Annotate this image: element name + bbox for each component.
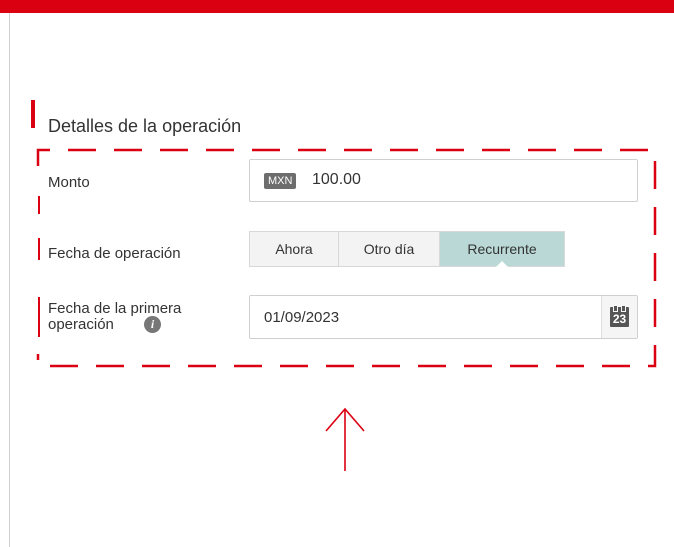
row-marker-primera-operacion [38,297,40,337]
currency-badge: MXN [264,173,297,189]
fecha-operacion-label: Fecha de operación [48,245,181,262]
monto-value: 100.00 [312,171,361,188]
panel-left-border [9,13,10,547]
top-brand-bar [0,0,674,13]
primera-operacion-label-line1: Fecha de la primera [48,300,182,317]
arrow-up-icon [325,407,365,471]
calendar-ring-left [613,305,618,312]
monto-label: Monto [48,174,90,191]
primera-operacion-label-line2: operación [48,316,114,333]
section-accent-bar [31,100,35,128]
option-recurrente[interactable]: Recurrente [440,232,564,267]
option-recurrente-label: Recurrente [467,241,537,257]
selected-caret-icon [496,261,508,267]
date-value: 01/09/2023 [264,309,340,326]
row-marker-fecha-operacion [38,238,40,260]
calendar-icon: 23 [610,305,629,327]
monto-input[interactable]: MXN 100.00 [249,159,638,202]
option-otro-dia[interactable]: Otro día [339,232,440,266]
primera-operacion-date-input[interactable]: 01/09/2023 23 [249,295,638,339]
info-icon[interactable]: i [144,316,161,333]
row-marker-monto [38,196,40,214]
option-ahora[interactable]: Ahora [250,232,339,266]
calendar-button[interactable]: 23 [601,296,637,338]
section-title: Detalles de la operación [48,116,242,136]
calendar-day: 23 [612,312,627,326]
calendar-ring-right [621,305,626,312]
fecha-operacion-segmented-control: Ahora Otro día Recurrente [249,231,565,267]
